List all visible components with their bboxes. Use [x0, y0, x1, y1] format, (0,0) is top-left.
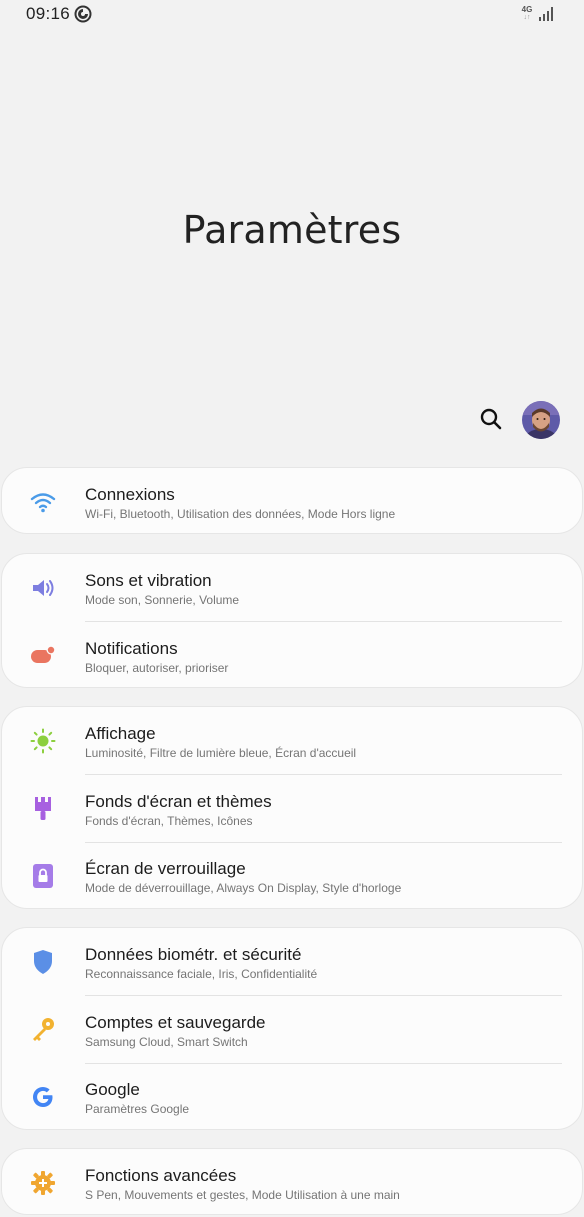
- settings-item-subtitle: Paramètres Google: [85, 1102, 190, 1116]
- settings-item-connexions[interactable]: Connexions Wi-Fi, Bluetooth, Utilisation…: [2, 468, 582, 536]
- settings-group-advanced: Fonctions avancées S Pen, Mouvements et …: [1, 1148, 583, 1215]
- notification-icon: [30, 642, 56, 668]
- google-icon: [30, 1084, 56, 1110]
- settings-item-comptes-sauvegarde[interactable]: Comptes et sauvegarde Samsung Cloud, Sma…: [2, 996, 582, 1064]
- search-icon: [480, 408, 502, 435]
- settings-item-fonctions-avancees[interactable]: Fonctions avancées S Pen, Mouvements et …: [2, 1149, 582, 1217]
- settings-item-title: Notifications: [85, 638, 178, 658]
- shield-icon: [30, 949, 56, 975]
- settings-item-title: Google: [85, 1080, 140, 1099]
- settings-item-title: Connexions: [85, 485, 175, 504]
- settings-item-subtitle: Samsung Cloud, Smart Switch: [85, 1034, 248, 1049]
- settings-group-display: Affichage Luminosité, Filtre de lumière …: [1, 706, 583, 909]
- settings-item-affichage[interactable]: Affichage Luminosité, Filtre de lumière …: [2, 707, 582, 775]
- settings-group-security: Données biométr. et sécurité Reconnaissa…: [1, 927, 583, 1130]
- settings-group-sound-notifications: Sons et vibration Mode son, Sonnerie, Vo…: [1, 553, 583, 688]
- settings-item-title: Fonctions avancées: [85, 1166, 237, 1185]
- settings-item-subtitle: Wi-Fi, Bluetooth, Utilisation des donnée…: [85, 507, 396, 521]
- search-button[interactable]: [474, 404, 508, 438]
- settings-item-fonds-ecran-themes[interactable]: Fonds d'écran et thèmes Fonds d'écran, T…: [2, 775, 582, 843]
- settings-item-subtitle: Mode de déverrouillage, Always On Displa…: [85, 881, 402, 895]
- settings-item-subtitle: Mode son, Sonnerie, Volume: [85, 593, 240, 607]
- avatar[interactable]: [522, 401, 560, 439]
- settings-item-title: Affichage: [85, 724, 156, 743]
- settings-item-title: Fonds d'écran et thèmes: [85, 791, 272, 811]
- settings-item-title: Écran de verrouillage: [85, 859, 246, 878]
- settings-item-subtitle: Reconnaissance faciale, Iris, Confidenti…: [85, 967, 318, 981]
- settings-item-ecran-verrouillage[interactable]: Écran de verrouillage Mode de déverrouil…: [2, 842, 582, 910]
- sync-icon: [74, 5, 92, 23]
- status-time: 09:16: [26, 4, 71, 23]
- lock-icon: [30, 863, 56, 889]
- settings-item-notifications[interactable]: Notifications Bloquer, autoriser, priori…: [2, 622, 582, 690]
- status-bar: 09:16 4G ↓↑: [0, 0, 584, 30]
- settings-item-title: Comptes et sauvegarde: [85, 1012, 266, 1032]
- speaker-icon: [30, 575, 56, 601]
- gear-plus-icon: [30, 1170, 56, 1196]
- paintbrush-icon: [30, 795, 56, 821]
- key-icon: [30, 1016, 56, 1042]
- settings-item-sons-et-vibration[interactable]: Sons et vibration Mode son, Sonnerie, Vo…: [2, 554, 582, 622]
- settings-item-google[interactable]: Google Paramètres Google: [2, 1063, 582, 1131]
- settings-item-subtitle: Bloquer, autoriser, prioriser: [85, 660, 229, 675]
- brightness-icon: [30, 728, 56, 754]
- settings-item-biometrie-securite[interactable]: Données biométr. et sécurité Reconnaissa…: [2, 928, 582, 996]
- page-title: Paramètres: [182, 208, 402, 252]
- settings-group-connections: Connexions Wi-Fi, Bluetooth, Utilisation…: [1, 467, 583, 534]
- settings-item-subtitle: Fonds d'écran, Thèmes, Icônes: [85, 813, 253, 828]
- signal-icon: [538, 6, 554, 22]
- network-type-label: 4G: [521, 5, 533, 14]
- settings-item-title: Sons et vibration: [85, 571, 212, 590]
- network-type-icon: 4G ↓↑: [521, 5, 533, 22]
- wifi-icon: [30, 489, 56, 515]
- settings-item-title: Données biométr. et sécurité: [85, 945, 302, 964]
- settings-item-subtitle: Luminosité, Filtre de lumière bleue, Écr…: [85, 746, 357, 760]
